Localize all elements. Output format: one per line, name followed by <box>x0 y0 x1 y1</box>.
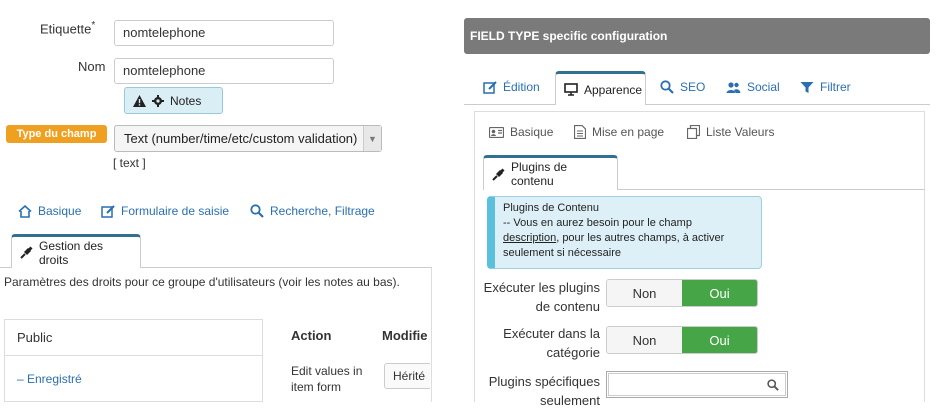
label-input[interactable]: nomtelephone <box>114 20 334 46</box>
notes-button[interactable]: Notes <box>124 87 223 114</box>
field-type-selected: Text (number/time/etc/custom validation) <box>124 131 358 146</box>
run-category-toggle[interactable]: Non Oui <box>606 326 758 354</box>
copy-icon <box>687 125 700 139</box>
label-field-label: Etiquette* <box>40 20 96 37</box>
tab-apparence[interactable]: Apparence <box>555 71 646 105</box>
column-modify: Modifie <box>382 328 428 343</box>
specific-plugins-label: Plugins spécifiques seulement <box>488 374 600 408</box>
subtab-mise-en-page[interactable]: Mise en page <box>574 125 664 139</box>
name-field-label: Nom <box>78 59 106 74</box>
permissions-description: Paramètres des droits pour ce groupe d'u… <box>4 275 400 289</box>
group-registered[interactable]: – Enregistré <box>4 355 263 402</box>
run-category-oui[interactable]: Oui <box>682 327 757 353</box>
tab-recherche[interactable]: Recherche, Filtrage <box>250 204 375 218</box>
info-line2: description, pour les autres champs, à a… <box>503 232 725 244</box>
group-public[interactable]: Public <box>4 319 263 355</box>
edit-icon <box>101 204 115 218</box>
home-icon <box>18 204 32 218</box>
column-action: Action <box>291 328 332 343</box>
gear-icon <box>152 94 164 107</box>
info-line1: -- Vous en aurez besoin pour le champ <box>503 217 692 229</box>
search-icon <box>767 378 779 391</box>
tab-formulaire[interactable]: Formulaire de saisie <box>101 204 229 218</box>
permission-select[interactable]: Hérité <box>384 363 430 389</box>
permissions-panel: Paramètres des droits pour ce groupe d'u… <box>0 268 432 402</box>
plug-icon <box>492 167 505 181</box>
chevron-down-icon: ▼ <box>363 126 381 151</box>
run-plugins-toggle[interactable]: Non Oui <box>606 279 758 307</box>
info-line3: seulement si nécessaire <box>503 247 622 259</box>
subtab-liste-valeurs[interactable]: Liste Valeurs <box>687 125 774 139</box>
info-description-link[interactable]: description <box>503 232 556 244</box>
users-icon <box>726 81 741 94</box>
edit-icon <box>483 80 497 94</box>
specific-plugins-field[interactable] <box>606 371 788 398</box>
name-input[interactable]: nomtelephone <box>114 58 334 84</box>
search-icon <box>660 80 674 94</box>
subtab-basique[interactable]: Basique <box>489 125 553 139</box>
run-plugins-label: Exécuter les plugins de contenu <box>483 280 600 314</box>
field-type-hint: [ text ] <box>113 156 146 170</box>
tab-filtrer[interactable]: Filtrer <box>800 80 851 94</box>
plugins-info-box: Plugins de Contenu -- Vous en aurez beso… <box>487 196 762 269</box>
run-plugins-non[interactable]: Non <box>607 280 682 306</box>
right-tab-divider <box>464 104 930 105</box>
search-icon <box>250 204 264 218</box>
filter-icon <box>800 81 814 94</box>
row-action-label: Edit values in item form <box>291 364 363 394</box>
id-card-icon <box>489 126 504 138</box>
plug-icon <box>20 246 33 259</box>
info-title: Plugins de Contenu <box>503 202 600 214</box>
warning-icon <box>133 94 146 107</box>
field-type-badge: Type du champ <box>6 125 107 143</box>
notes-label: Notes <box>170 93 202 108</box>
field-type-config-header: FIELD TYPE specific configuration <box>464 18 930 54</box>
tab-social[interactable]: Social <box>726 80 780 94</box>
field-type-select[interactable]: Text (number/time/etc/custom validation)… <box>114 125 382 152</box>
subtab-plugins-contenu[interactable]: Plugins de contenu <box>483 155 618 190</box>
document-icon <box>574 125 586 139</box>
tab-gestion-droits[interactable]: Gestion des droits <box>11 234 141 268</box>
tab-edition[interactable]: Édition <box>483 80 540 94</box>
tab-basique[interactable]: Basique <box>18 204 81 218</box>
monitor-icon <box>564 83 578 96</box>
tab-seo[interactable]: SEO <box>660 80 705 94</box>
run-plugins-oui[interactable]: Oui <box>682 280 757 306</box>
run-category-non[interactable]: Non <box>607 327 682 353</box>
run-category-label: Exécuter dans la catégorie <box>503 326 600 360</box>
